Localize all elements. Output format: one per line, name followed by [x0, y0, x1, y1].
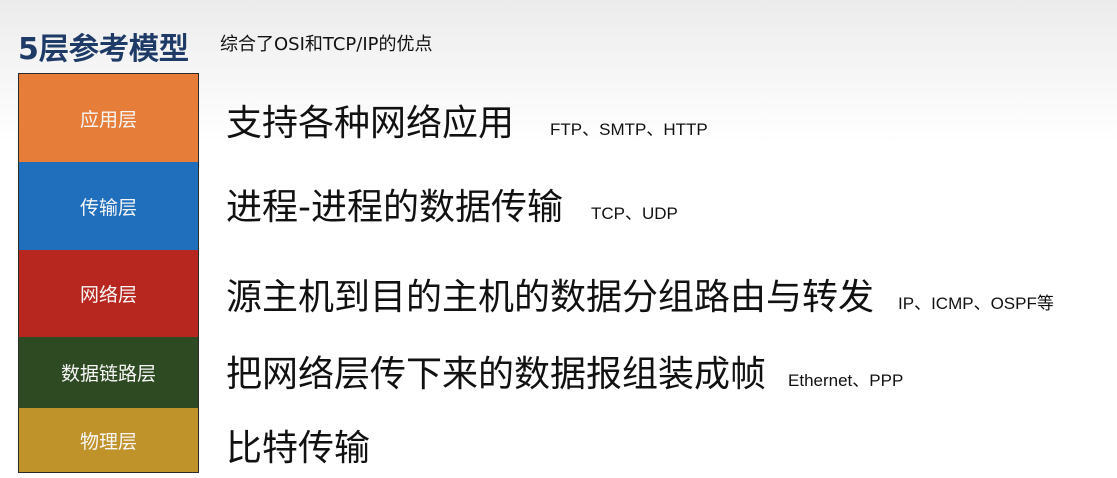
layer-description: 把网络层传下来的数据报组装成帧 [226, 354, 767, 395]
layer-protocols: FTP、SMTP、HTTP [550, 120, 708, 139]
layer-row-network: 源主机到目的主机的数据分组路由与转发 IP、ICMP、OSPF等 [226, 268, 1054, 320]
layer-block-data-link: 数据链路层 [19, 337, 198, 408]
layer-block-application: 应用层 [19, 74, 198, 162]
layer-description: 支持各种网络应用 [226, 103, 515, 144]
page-title: 5层参考模型 [18, 32, 189, 67]
layer-row-data-link: 把网络层传下来的数据报组装成帧 Ethernet、PPP [226, 345, 903, 397]
layer-protocols: Ethernet、PPP [788, 371, 904, 390]
layer-row-application: 支持各种网络应用 FTP、SMTP、HTTP [226, 94, 708, 146]
layer-block-network: 网络层 [19, 250, 198, 337]
page-subtitle: 综合了OSI和TCP/IP的优点 [220, 34, 433, 55]
layer-description: 源主机到目的主机的数据分组路由与转发 [226, 277, 875, 318]
layer-block-transport: 传输层 [19, 162, 198, 250]
layer-protocols: IP、ICMP、OSPF等 [898, 294, 1054, 313]
layer-row-physical: 比特传输 [226, 419, 390, 471]
layer-stack: 应用层 传输层 网络层 数据链路层 物理层 [18, 73, 199, 473]
layer-description: 比特传输 [226, 428, 371, 469]
layer-protocols: TCP、UDP [591, 204, 678, 223]
layer-block-physical: 物理层 [19, 408, 198, 472]
layer-description: 进程-进程的数据传输 [226, 187, 563, 228]
layer-row-transport: 进程-进程的数据传输 TCP、UDP [226, 178, 678, 230]
